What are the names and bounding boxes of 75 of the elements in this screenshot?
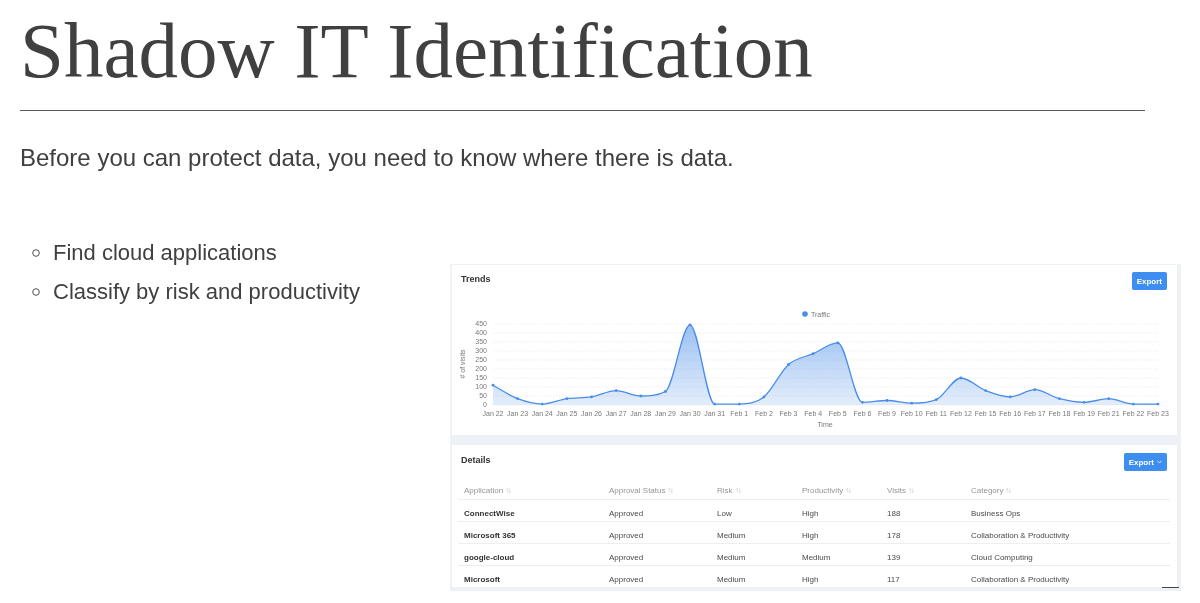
export-button[interactable]: Export <box>1123 453 1167 471</box>
data-point <box>836 341 840 345</box>
data-point <box>1058 397 1061 401</box>
table-cell: Collaboration & Productivity <box>971 530 1070 540</box>
table-cell: Approved <box>609 508 644 518</box>
data-point <box>491 383 495 387</box>
data-point <box>959 376 963 380</box>
column-header[interactable]: Category <box>971 486 1004 496</box>
data-point <box>910 401 914 405</box>
data-point <box>1008 395 1012 399</box>
sort-icon[interactable] <box>668 488 674 494</box>
table-cell: google-cloud <box>464 552 515 562</box>
data-point <box>885 399 889 402</box>
data-point <box>984 389 987 392</box>
table-cell: Collaboration & Productivity <box>971 574 1070 584</box>
data-point <box>762 395 766 399</box>
slide-title: Shadow IT Identification <box>20 12 813 90</box>
table-cell: 117 <box>887 574 900 584</box>
data-point <box>737 402 741 406</box>
data-point <box>639 394 643 398</box>
data-point <box>1131 402 1135 406</box>
data-point <box>934 398 938 401</box>
column-header[interactable]: Productivity <box>802 486 844 496</box>
subtitle-text: Before you can protect data, you need to know where there is data. <box>20 144 734 172</box>
table-cell: Medium <box>717 530 746 540</box>
table-cell: High <box>802 508 819 518</box>
sort-icon[interactable] <box>908 488 914 494</box>
table-cell: ConnectWise <box>464 508 515 518</box>
sort-icon[interactable] <box>1006 488 1012 494</box>
data-point <box>1107 397 1111 401</box>
table-cell: Medium <box>717 574 746 584</box>
card-title: Trends <box>461 274 491 285</box>
column-header[interactable]: Approval Status <box>609 486 666 496</box>
bullet-text: Classify by risk and productivity <box>53 278 360 305</box>
sort-icon[interactable] <box>846 488 852 494</box>
table-cell: Microsoft 365 <box>464 530 516 540</box>
data-point <box>811 352 815 356</box>
table-cell: Medium <box>802 552 831 562</box>
data-point <box>1082 400 1086 404</box>
table-cell: 139 <box>887 552 901 562</box>
table-cell: High <box>802 530 819 540</box>
column-header[interactable]: Visits <box>887 486 906 496</box>
column-header[interactable]: Application <box>464 486 504 496</box>
column-header[interactable]: Risk <box>717 486 733 496</box>
sort-icon[interactable] <box>735 488 741 494</box>
data-point <box>713 402 717 406</box>
data-point <box>1033 388 1037 392</box>
data-point <box>664 390 667 393</box>
table-cell: Approved <box>609 552 644 562</box>
table-cell: Approved <box>609 574 644 584</box>
bullet-text: Find cloud applications <box>53 239 277 266</box>
table-cell: 178 <box>887 530 901 540</box>
data-point <box>861 400 864 404</box>
data-point <box>1156 402 1160 406</box>
card-title: Details <box>461 455 491 466</box>
data-point <box>590 395 593 399</box>
data-point <box>565 397 569 401</box>
data-point <box>516 397 520 401</box>
table-cell: Approved <box>609 530 644 540</box>
data-point <box>787 363 790 366</box>
table-cell: High <box>802 574 819 584</box>
data-point <box>688 323 692 327</box>
table-cell: Cloud Computing <box>971 552 1033 562</box>
table-cell: Business Ops <box>971 508 1021 518</box>
table-cell: Microsoft <box>464 574 500 584</box>
data-point <box>540 402 544 406</box>
bullet-icon <box>32 287 40 296</box>
export-button[interactable]: Export <box>1131 272 1167 290</box>
data-point <box>614 389 618 392</box>
table-cell: 188 <box>887 508 901 518</box>
table-cell: Medium <box>717 552 746 562</box>
sort-icon[interactable] <box>506 488 512 494</box>
caret-icon <box>1157 460 1162 464</box>
table-cell: Low <box>717 508 732 518</box>
bullet-icon <box>32 248 40 257</box>
